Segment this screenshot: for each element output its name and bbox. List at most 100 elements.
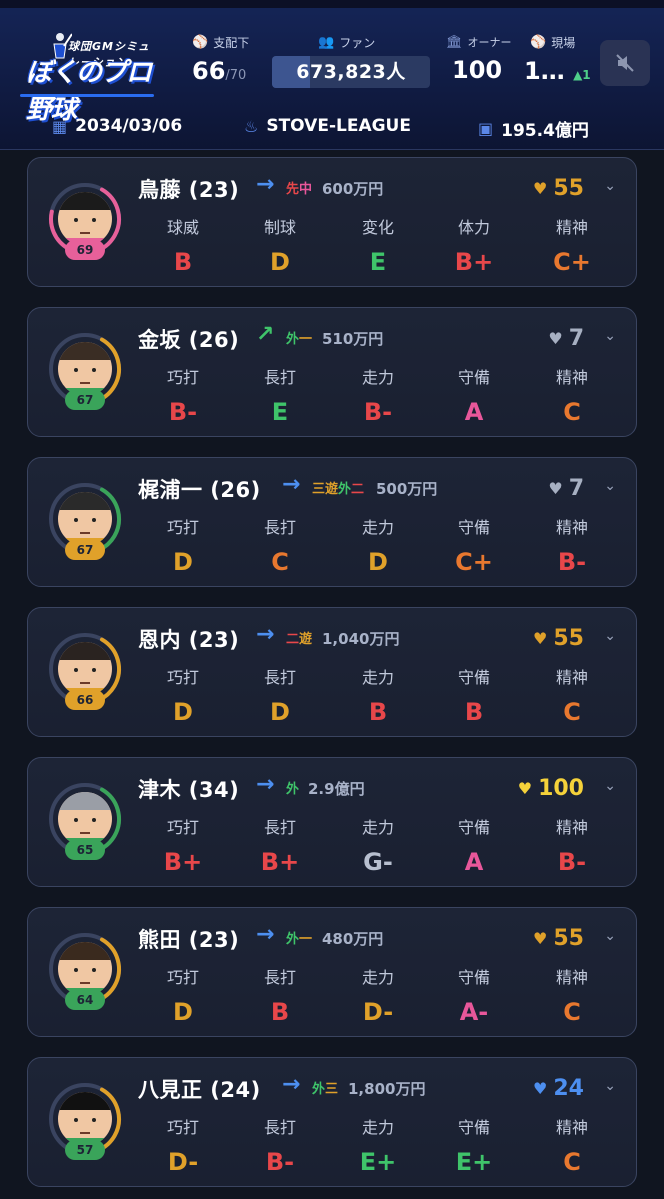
cash-icon: ▣ [478,119,494,138]
top-header: 球団GMシミュレーション ぼくのプロ野球 ⚾ 支配下 66/70 👥 ファン 673… [0,0,664,150]
player-card[interactable]: 64 熊田 (23) → 外一 480万円 ♥ 55 ⌄ 巧打 D 長打 B 走力 D- 守… [27,907,637,1037]
attribute-label: 長打 [263,818,296,837]
player-avatar: 65 [46,780,124,860]
attribute-grade: B- [168,398,198,426]
overall-badge: 69 [65,240,105,260]
player-attribute: 精神 C [542,964,602,1026]
player-positions: 先中 [286,178,312,197]
player-attribute: 長打 B- [250,1114,310,1176]
controlled-value: 66 [192,57,226,85]
chevron-down-icon[interactable]: ⌄ [604,628,616,644]
attribute-label: 精神 [555,1118,588,1137]
player-attribute: 長打 E [250,364,310,426]
player-attribute: 守備 A- [444,964,504,1026]
attribute-label: 守備 [457,368,490,387]
overall-badge: 57 [65,1140,105,1160]
position-tag: 二 [286,632,300,647]
position-tag: 外 [286,332,300,347]
player-name: 津木 (34) [138,778,240,802]
chevron-down-icon[interactable]: ⌄ [604,478,616,494]
attribute-label: 長打 [263,368,296,387]
owner-label: オーナー [467,36,512,49]
attribute-label: 長打 [263,518,296,537]
player-attribute: 守備 A [444,364,504,426]
player-positions: 外一 [286,928,312,947]
attribute-grade: D- [362,998,394,1026]
chevron-down-icon[interactable]: ⌄ [604,178,616,194]
player-avatar: 67 [46,480,124,560]
attribute-grade: B+ [454,248,494,276]
player-attribute: 精神 B- [542,814,602,876]
player-name: 鳥藤 (23) [138,178,240,202]
player-card[interactable]: 57 八見正 (24) → 外三 1,800万円 ♥ 24 ⌄ 巧打 D- 長打 B-… [27,1057,637,1187]
attribute-grade: B+ [163,848,203,876]
player-face [58,492,112,546]
player-attribute: 球威 B [153,214,213,276]
attribute-grade: B- [557,548,587,576]
attribute-grade: D- [167,1148,199,1176]
player-card[interactable]: 66 恩内 (23) → 二遊 1,040万円 ♥ 55 ⌄ 巧打 D 長打 D 走力 B… [27,607,637,737]
player-card[interactable]: 65 津木 (34) → 外 2.9億円 ♥ 100 ⌄ 巧打 B+ 長打 B+ 走力 G… [27,757,637,887]
date-value: 2034/03/06 [75,116,183,136]
chevron-down-icon[interactable]: ⌄ [604,328,616,344]
player-attribute: 巧打 D [153,964,213,1026]
player-card[interactable]: 67 梶浦一 (26) → 三遊外二 500万円 ♥ 7 ⌄ 巧打 D 長打 C 走力 D… [27,457,637,587]
player-attribute: 精神 C+ [542,214,602,276]
player-face [58,942,112,996]
position-tag: 外 [286,932,300,947]
field-value: 1… [524,57,565,85]
loyalty-value: 55 [553,176,584,201]
overall-badge: 67 [65,540,105,560]
player-attribute: 精神 C [542,364,602,426]
heart-icon: ♥ [533,1079,548,1098]
attribute-grade: B [368,698,388,726]
player-attribute: 体力 B+ [444,214,504,276]
player-attribute: 長打 C [250,514,310,576]
attribute-grade: C+ [553,248,591,276]
player-avatar: 57 [46,1080,124,1160]
loyalty-display: ♥ 55 [533,176,584,201]
attribute-grade: C+ [455,548,493,576]
loyalty-display: ♥ 24 [533,1076,584,1101]
chevron-down-icon[interactable]: ⌄ [604,928,616,944]
position-tag: 三 [325,1082,339,1097]
position-tag: 遊 [299,632,313,647]
chevron-down-icon[interactable]: ⌄ [604,1078,616,1094]
attribute-label: 巧打 [166,668,199,687]
controlled-label: 支配下 [213,36,250,50]
player-avatar: 64 [46,930,124,1010]
position-tag: 外 [286,782,300,797]
player-card[interactable]: 69 鳥藤 (23) → 先中 600万円 ♥ 55 ⌄ 球威 B 制球 D 変化 E 体力… [27,157,637,287]
attribute-grade: B- [557,848,587,876]
player-face [58,792,112,846]
attribute-label: 変化 [361,218,394,237]
player-attribute: 走力 D [348,514,408,576]
player-salary: 1,800万円 [348,1080,426,1098]
fans-label: ファン [339,36,376,50]
chevron-down-icon[interactable]: ⌄ [604,778,616,794]
player-card[interactable]: 67 金坂 (26) ↗ 外一 510万円 ♥ 7 ⌄ 巧打 B- 長打 E 走力 B- 守… [27,307,637,437]
attribute-grade: D [368,548,388,576]
field-label: 現場 [551,36,576,50]
phase-value: STOVE-LEAGUE [266,116,411,136]
player-attribute: 巧打 D [153,664,213,726]
heart-icon: ♥ [533,629,548,648]
player-avatar: 67 [46,330,124,410]
attribute-grade: A- [459,998,489,1026]
owner-value: 100 [452,56,503,84]
fans-bar: 673,823人 [272,56,430,88]
attribute-grade: E+ [359,1148,397,1176]
player-attribute: 巧打 B- [153,364,213,426]
player-salary: 500万円 [376,480,438,498]
owner-stat: 🏛 オーナー 100 [446,34,512,85]
attribute-grade: B [270,998,290,1026]
attribute-label: 巧打 [166,518,199,537]
attribute-grade: E+ [455,1148,493,1176]
logo-underline [20,94,154,97]
attribute-grade: E [271,398,289,426]
mute-button[interactable] [600,40,650,86]
attribute-grade: E [369,248,387,276]
position-tag: 三 [312,482,326,497]
player-attribute: 巧打 D- [153,1114,213,1176]
loyalty-value: 55 [553,926,584,951]
